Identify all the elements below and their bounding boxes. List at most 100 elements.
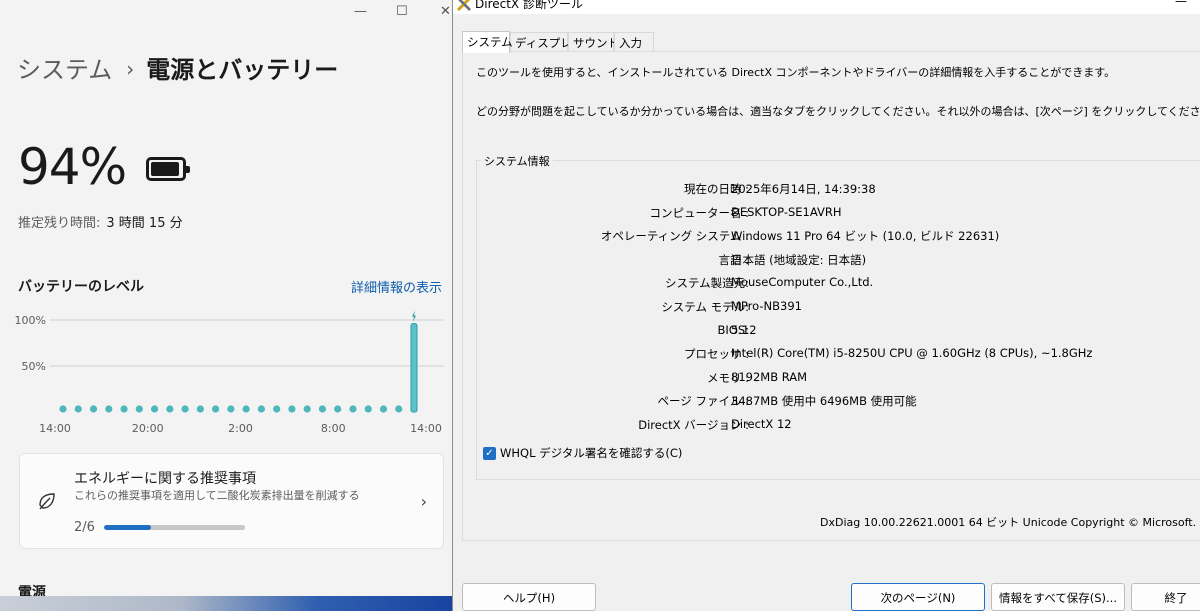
tab-display[interactable]: ディスプレイ	[510, 32, 583, 52]
row-value: MouseComputer Co.,Ltd.	[731, 275, 874, 290]
data-point	[288, 405, 296, 413]
data-point	[59, 405, 67, 413]
table-row: プロセッサ : Intel(R) Core(TM) i5-8250U CPU @ …	[477, 346, 1200, 366]
data-point	[334, 405, 342, 413]
intro-text: どの分野が問題を起こしているか分かっている場合は、適当なタブをクリックしてくださ…	[476, 105, 1200, 118]
minimize-icon[interactable]: —	[354, 4, 367, 19]
tab-system[interactable]: システム	[462, 31, 513, 53]
directx-logo-icon	[457, 0, 471, 11]
data-point	[135, 405, 143, 413]
data-point	[212, 405, 220, 413]
battery-percentage: 94%	[18, 138, 127, 196]
data-point	[74, 405, 82, 413]
row-value: 8192MB RAM	[731, 369, 808, 384]
save-all-info-button[interactable]: 情報をすべて保存(S)...	[991, 583, 1125, 611]
recommendations-title: エネルギーに関する推奨事項	[74, 471, 256, 487]
remaining-time-label: 推定残り時間:	[18, 216, 101, 231]
version-footer: DxDiag 10.00.22621.0001 64 ビット Unicode C…	[820, 516, 1200, 529]
whql-label: WHQL デジタル署名を確認する(C)	[500, 446, 683, 460]
data-point	[395, 405, 403, 413]
row-value: DirectX 12	[731, 417, 792, 431]
battery-level-chart: 100% 50% 14:00 20:00 2:00 8:00 14:00	[15, 310, 444, 435]
table-row: オペレーティング システム : Windows 11 Pro 64 ビット (10…	[477, 228, 1200, 248]
recommendations-subtitle: これらの推奨事項を適用して二酸化炭素排出量を削減する	[74, 489, 360, 502]
help-button[interactable]: ヘルプ(H)	[462, 583, 596, 611]
data-point	[303, 405, 311, 413]
y-tick-label: 100%	[15, 314, 46, 327]
minimize-icon[interactable]: —	[1175, 0, 1187, 8]
recommendations-progress-bar	[104, 525, 245, 530]
remaining-time: 推定残り時間: 3 時間 15 分	[18, 212, 183, 231]
data-point	[120, 405, 128, 413]
data-point	[89, 405, 98, 413]
breadcrumb: システム › 電源とバッテリー	[17, 50, 338, 85]
table-row: コンピューター名 : DESKTOP-SE1AVRH	[477, 205, 1200, 225]
data-point	[318, 405, 327, 413]
x-tick-label: 14:00	[410, 422, 442, 435]
x-tick-label: 8:00	[321, 422, 346, 435]
intro-text: このツールを使用すると、インストールされている DirectX コンポーネントや…	[476, 66, 1116, 79]
breadcrumb-parent[interactable]: システム	[17, 56, 112, 84]
data-point	[181, 405, 189, 413]
dxdiag-window: DirectX 診断ツール — システム ディスプレイ サウンド 入力 このツー…	[452, 0, 1200, 611]
system-info-group: システム情報 現在の日時 :2025年6月14日, 14:39:38 コンピュータ…	[476, 153, 1200, 480]
battery-icon	[146, 157, 190, 181]
page-title: 電源とバッテリー	[146, 56, 339, 84]
tab-sound[interactable]: サウンド	[568, 32, 619, 52]
details-link[interactable]: 詳細情報の表示	[351, 277, 442, 296]
next-page-button[interactable]: 次のページ(N)	[851, 583, 985, 611]
y-tick-label: 50%	[22, 360, 46, 373]
tab-panel: このツールを使用すると、インストールされている DirectX コンポーネントや…	[462, 51, 1200, 541]
table-row: ページ ファイル :3487MB 使用中 6496MB 使用可能	[477, 393, 1200, 413]
row-label: オペレーティング システム :	[600, 229, 749, 244]
remaining-time-value: 3 時間 15 分	[106, 216, 183, 231]
data-point	[242, 405, 250, 413]
table-row: システム製造元: MouseComputer Co.,Ltd.	[477, 275, 1200, 295]
group-title: システム情報	[481, 153, 553, 169]
table-row: 現在の日時 :2025年6月14日, 14:39:38	[477, 181, 1200, 201]
data-point	[105, 405, 113, 413]
table-row: BIOS: 5.12	[477, 323, 1200, 343]
energy-recommendations-card[interactable]: エネルギーに関する推奨事項 これらの推奨事項を適用して二酸化炭素排出量を削減する…	[19, 453, 444, 549]
whql-checkbox[interactable]: ✓ WHQL デジタル署名を確認する(C)	[483, 445, 682, 461]
title-bar: DirectX 診断ツール —	[453, 0, 1200, 14]
data-point	[196, 405, 204, 413]
data-bar	[410, 323, 418, 413]
table-row: DirectX バージョン : DirectX 12	[477, 417, 1200, 437]
data-point	[273, 405, 281, 413]
x-tick-label: 20:00	[132, 422, 164, 435]
data-point	[257, 405, 265, 413]
leaf-icon	[39, 493, 55, 510]
data-point	[349, 405, 357, 413]
settings-window: — ☐ ✕ システム › 電源とバッテリー 94% 推定残り時間: 3 時間 15 分…	[0, 0, 452, 600]
desktop-wallpaper	[0, 596, 452, 611]
close-icon[interactable]: ✕	[440, 4, 451, 19]
maximize-icon[interactable]: ☐	[396, 4, 408, 19]
row-value: Intel(R) Core(TM) i5-8250U CPU @ 1.60GHz…	[731, 346, 1093, 361]
data-point	[166, 405, 174, 413]
data-point	[379, 405, 388, 413]
row-value: Windows 11 Pro 64 ビット (10.0, ビルド 22631)	[731, 229, 1000, 244]
battery-level-heading: バッテリーのレベル	[18, 279, 144, 295]
data-point	[150, 405, 159, 413]
row-value: MPro-NB391	[731, 299, 802, 313]
x-tick-label: 14:00	[39, 422, 71, 435]
row-value: 2025年6月14日, 14:39:38	[731, 182, 876, 196]
checkmark-icon: ✓	[483, 447, 496, 460]
x-tick-label: 2:00	[228, 422, 253, 435]
table-row: メモリ :8192MB RAM	[477, 370, 1200, 390]
chevron-right-icon: ›	[420, 492, 427, 511]
data-point	[364, 405, 372, 413]
row-value: 3487MB 使用中 6496MB 使用可能	[731, 394, 917, 409]
row-value: DESKTOP-SE1AVRH	[731, 204, 842, 219]
chevron-right-icon: ›	[126, 57, 135, 81]
window-title: DirectX 診断ツール	[475, 0, 583, 11]
table-row: システム モデル: MPro-NB391	[477, 299, 1200, 319]
data-point	[227, 405, 235, 413]
recommendations-count: 2/6	[74, 520, 95, 535]
row-value: 5.12	[731, 322, 757, 337]
table-row: 言語 : 日本語 (地域設定: 日本語)	[477, 252, 1200, 272]
row-value: 日本語 (地域設定: 日本語)	[731, 252, 867, 267]
exit-button[interactable]: 終了	[1131, 583, 1200, 611]
tab-input[interactable]: 入力	[614, 32, 654, 52]
